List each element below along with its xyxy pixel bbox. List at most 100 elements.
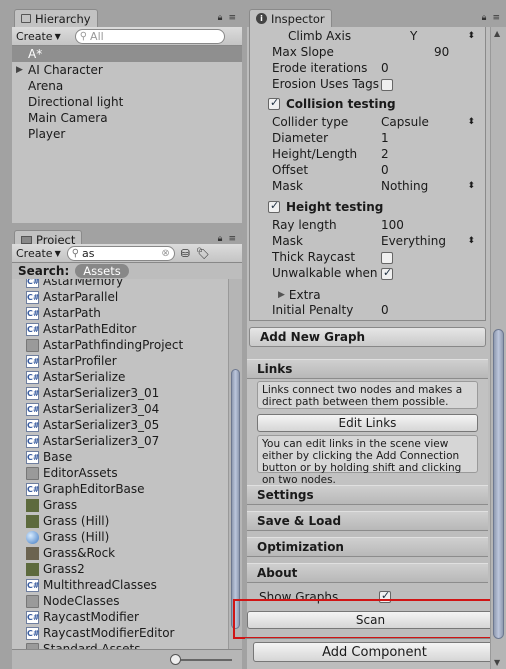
inspector-field[interactable]: Thick Raycast xyxy=(250,250,485,266)
inspector-scrollbar[interactable]: ▲ ▼ xyxy=(490,27,506,669)
hierarchy-item[interactable]: Main Camera xyxy=(12,110,242,126)
hierarchy-create-button[interactable]: Create ▼ xyxy=(16,30,61,43)
hierarchy-item[interactable]: ▶ AI Character xyxy=(12,62,242,78)
inspector-field[interactable]: Erode iterations 0 xyxy=(250,61,485,77)
dropdown-arrow-icon[interactable]: ⬍ xyxy=(467,236,475,246)
field-checkbox[interactable] xyxy=(381,79,393,91)
project-item[interactable]: C# AstarParallel xyxy=(12,289,228,305)
hierarchy-item[interactable]: Arena xyxy=(12,78,242,94)
project-scrollbar[interactable] xyxy=(228,279,242,649)
collision-enable-checkbox[interactable] xyxy=(268,96,280,110)
hierarchy-item[interactable]: Directional light xyxy=(12,94,242,110)
field-value[interactable]: 90 xyxy=(434,45,449,59)
hierarchy-item[interactable]: Player xyxy=(12,126,242,142)
dropdown-arrow-icon[interactable]: ⬍ xyxy=(467,117,475,127)
dropdown-arrow-icon[interactable]: ⬍ xyxy=(467,31,475,41)
project-item[interactable]: C# AstarProfiler xyxy=(12,353,228,369)
section-header[interactable]: Settings xyxy=(247,485,488,505)
add-new-graph-header[interactable]: Add New Graph xyxy=(249,327,486,347)
menu-icon[interactable]: ≡ xyxy=(492,13,500,23)
expand-arrow-icon[interactable]: ▶ xyxy=(16,65,28,75)
field-checkbox[interactable] xyxy=(381,252,393,264)
initial-penalty-field[interactable]: Initial Penalty 0 xyxy=(250,303,485,319)
clear-search-icon[interactable]: ⊗ xyxy=(161,248,169,259)
menu-icon[interactable]: ≡ xyxy=(228,234,236,244)
inspector-field[interactable]: Height/Length 2 xyxy=(250,147,485,163)
field-value[interactable]: 1 xyxy=(381,131,389,145)
project-item[interactable]: C# AstarMemory xyxy=(12,279,228,289)
project-scrollbar-thumb[interactable] xyxy=(231,369,240,629)
section-header[interactable]: About xyxy=(247,563,488,583)
project-item[interactable]: AstarPathfindingProject xyxy=(12,337,228,353)
inspector-field[interactable]: Diameter 1 xyxy=(250,131,485,147)
project-item[interactable]: C# GraphEditorBase xyxy=(12,481,228,497)
scan-button[interactable]: Scan xyxy=(247,611,494,629)
dropdown-arrow-icon[interactable]: ⬍ xyxy=(467,181,475,191)
collision-header[interactable]: Collision testing xyxy=(268,95,396,113)
field-value[interactable]: 0 xyxy=(381,163,389,177)
field-value[interactable]: 2 xyxy=(381,147,389,161)
project-item[interactable]: C# AstarSerializer3_05 xyxy=(12,417,228,433)
inspector-field[interactable]: Climb Axis Y ⬍ xyxy=(250,29,485,45)
assets-scope-tab[interactable]: Assets xyxy=(75,264,129,278)
project-item[interactable]: Grass&Rock xyxy=(12,545,228,561)
section-header[interactable]: Optimization xyxy=(247,537,488,557)
section-header[interactable]: Save & Load xyxy=(247,511,488,531)
project-item[interactable]: Grass (Hill) xyxy=(12,529,228,545)
zoom-slider[interactable] xyxy=(170,654,232,665)
project-item[interactable]: Grass xyxy=(12,497,228,513)
zoom-slider-handle[interactable] xyxy=(170,654,181,665)
add-component-button[interactable]: Add Component xyxy=(253,642,496,662)
inspector-scrollbar-thumb[interactable] xyxy=(493,329,504,639)
project-search-input[interactable]: ⚲ as ⊗ xyxy=(66,245,175,261)
filter-by-type-icon[interactable]: ⛁ xyxy=(181,247,190,260)
edit-links-button[interactable]: Edit Links xyxy=(257,414,478,432)
field-value[interactable]: Nothing xyxy=(381,179,428,193)
field-value[interactable]: Capsule xyxy=(381,115,429,129)
inspector-field[interactable]: Unwalkable when n xyxy=(250,266,485,282)
field-value[interactable]: Everything xyxy=(381,234,446,248)
filter-by-label-icon[interactable]: 🏷︎ xyxy=(196,247,210,260)
lock-icon[interactable]: 🔒︎ xyxy=(482,13,487,23)
menu-icon[interactable]: ≡ xyxy=(228,13,236,23)
tab-inspector[interactable]: i Inspector xyxy=(249,9,332,27)
project-item[interactable]: C# AstarSerializer3_04 xyxy=(12,401,228,417)
extra-foldout[interactable]: ▶ Extra xyxy=(278,287,321,303)
field-value[interactable]: 100 xyxy=(381,218,404,232)
project-item[interactable]: Grass (Hill) xyxy=(12,513,228,529)
project-item[interactable]: C# AstarPath xyxy=(12,305,228,321)
field-value[interactable]: 0 xyxy=(381,61,389,75)
project-item[interactable]: Standard Assets xyxy=(12,641,228,649)
project-create-button[interactable]: Create ▼ xyxy=(16,247,61,260)
hierarchy-item[interactable]: A* xyxy=(12,46,242,62)
lock-icon[interactable]: 🔒︎ xyxy=(218,13,223,23)
field-checkbox[interactable] xyxy=(381,266,393,280)
inspector-field[interactable]: Mask Nothing ⬍ xyxy=(250,179,485,195)
project-item[interactable]: Grass2 xyxy=(12,561,228,577)
scroll-down-arrow-icon[interactable]: ▼ xyxy=(494,658,500,667)
project-item[interactable]: C# AstarSerialize xyxy=(12,369,228,385)
project-item[interactable]: C# RaycastModifier xyxy=(12,609,228,625)
inspector-field[interactable]: Max Slope 90 xyxy=(250,45,485,61)
inspector-field[interactable]: Ray length 100 xyxy=(250,218,485,234)
inspector-field[interactable]: Erosion Uses Tags xyxy=(250,77,485,93)
project-item[interactable]: C# AstarPathEditor xyxy=(12,321,228,337)
height-enable-checkbox[interactable] xyxy=(268,199,280,213)
project-item[interactable]: C# AstarSerializer3_07 xyxy=(12,433,228,449)
project-item[interactable]: C# MultithreadClasses xyxy=(12,577,228,593)
project-item[interactable]: EditorAssets xyxy=(12,465,228,481)
height-header[interactable]: Height testing xyxy=(268,198,383,216)
links-section-header[interactable]: Links xyxy=(247,359,488,379)
project-item[interactable]: C# Base xyxy=(12,449,228,465)
tab-hierarchy[interactable]: Hierarchy xyxy=(14,9,98,27)
lock-icon[interactable]: 🔒︎ xyxy=(218,234,223,244)
project-item[interactable]: C# RaycastModifierEditor xyxy=(12,625,228,641)
field-value[interactable]: Y xyxy=(410,29,417,43)
scroll-up-arrow-icon[interactable]: ▲ xyxy=(494,29,500,38)
project-item[interactable]: NodeClasses xyxy=(12,593,228,609)
inspector-field[interactable]: Collider type Capsule ⬍ xyxy=(250,115,485,131)
hierarchy-search-input[interactable]: ⚲ All xyxy=(74,28,225,44)
inspector-field[interactable]: Offset 0 xyxy=(250,163,485,179)
project-item[interactable]: C# AstarSerializer3_01 xyxy=(12,385,228,401)
inspector-field[interactable]: Mask Everything ⬍ xyxy=(250,234,485,250)
